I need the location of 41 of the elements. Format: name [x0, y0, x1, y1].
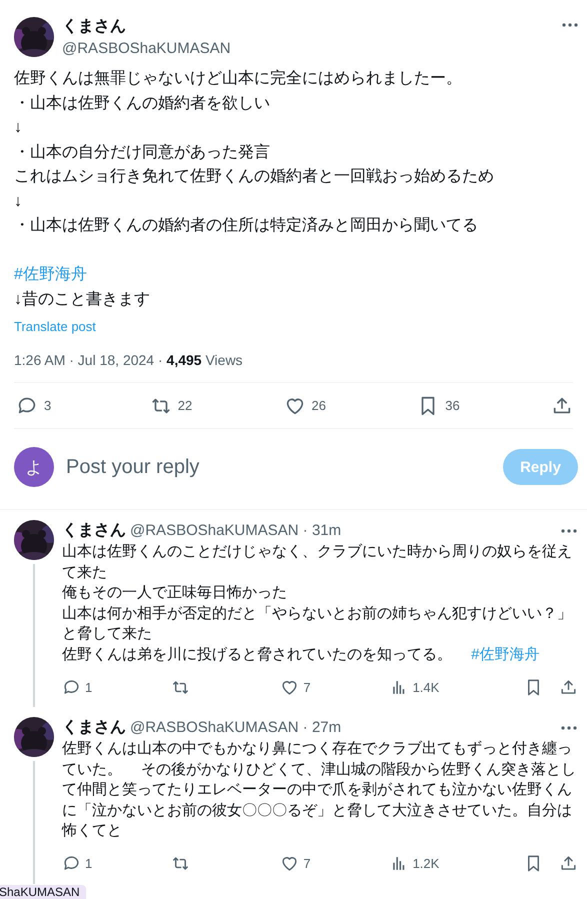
repost-icon[interactable]: [171, 854, 190, 873]
author-name[interactable]: くまさん: [62, 717, 126, 738]
action-count: 22: [178, 398, 192, 413]
reply-text: 佐野くんは山本の中でもかなり鼻につく存在でクラブ出てもずっと付き纏っていた。 その後がかなりひどくて、津山城の階段から佐野くん突き落として仲間と笑ってたりエレベーターの中で爪を剥がされても泣かない佐野くんに「泣かないとお前の彼女〇〇〇るぞ」と脅して大泣きさせていた。自分は怖くてと: [62, 739, 578, 841]
more-icon[interactable]: [560, 724, 578, 730]
post-text: ・山本の自分だけ同意があった発言: [14, 142, 271, 162]
action-count: 7: [303, 680, 311, 694]
share-icon[interactable]: [559, 678, 578, 696]
reply-text: 山本は佐野くんのことだけじゃなく、クラブにいた時から周りの奴らを従えて来た: [62, 542, 573, 582]
action-count: 36: [445, 398, 460, 413]
action-count: 7: [303, 856, 311, 871]
post-text: ↓: [14, 118, 23, 138]
action-count: 1: [85, 856, 92, 871]
reply-text: 佐野くんは弟を川に投げると脅されていたのを知ってる。 #佐野海舟: [62, 644, 541, 664]
post-text: ・山本は佐野くんの婚約者の住所は特定済みと岡田から聞いてる: [14, 216, 479, 236]
reply-text: 山本は何か相手が否定的だと「やらないとお前の姉ちゃん犯すけどいい？」と脅して来た: [62, 604, 573, 644]
heart-icon[interactable]: [280, 854, 300, 873]
post-text: ↓: [14, 192, 23, 212]
action-count: 1.2K: [412, 856, 440, 871]
post-text: 佐野くんは無罪じゃないけど山本に完全にはめられましたー。: [14, 68, 463, 89]
author-handle[interactable]: @RASBOShaKUMASAN · 27m: [130, 719, 342, 736]
share-icon[interactable]: [559, 854, 578, 873]
action-count: 1.4K: [412, 680, 440, 694]
author-handle[interactable]: @RASBOShaKUMASAN · 31m: [130, 522, 342, 539]
reply-icon[interactable]: [62, 854, 81, 873]
more-icon[interactable]: [560, 528, 578, 534]
post-text: ↓昔のこと書きます: [14, 290, 151, 310]
reply-text: 俺もその一人で正味毎日怖かった: [62, 583, 288, 603]
reply-input-field[interactable]: Post your reply: [64, 454, 493, 480]
action-count: 1: [85, 680, 92, 694]
more-icon[interactable]: [561, 22, 579, 28]
author-name[interactable]: くまさん: [62, 16, 231, 37]
user-avatar[interactable]: よ: [14, 447, 54, 487]
post-text: ・山本は佐野くんの婚約者を欲しい: [14, 94, 271, 114]
author-name[interactable]: くまさん: [62, 520, 126, 541]
post-text: これはムショ行き免れて佐野くんの婚約者と一回戦おっ始めるため: [14, 166, 495, 187]
post-timestamp: 1:26 AM · Jul 18, 2024 · 4,495 Views: [14, 352, 243, 368]
reply-icon[interactable]: [62, 678, 81, 696]
action-count: 3: [44, 398, 52, 413]
author-handle[interactable]: @RASBOShaKUMASAN: [62, 40, 231, 57]
action-count: 26: [312, 398, 326, 413]
